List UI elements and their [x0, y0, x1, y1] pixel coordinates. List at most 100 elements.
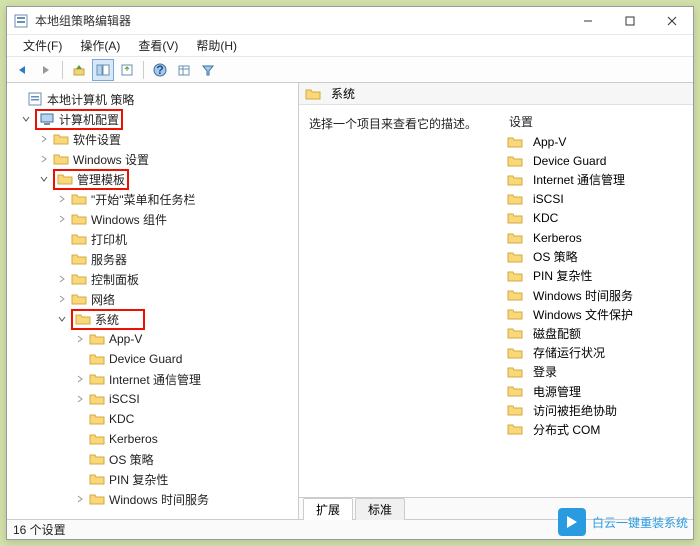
back-button[interactable]: [11, 59, 33, 81]
list-item[interactable]: OS 策略: [503, 247, 689, 266]
tree-win-time[interactable]: Windows 时间服务: [11, 489, 294, 509]
tree-pin[interactable]: PIN 复杂性: [11, 469, 294, 489]
chevron-down-icon[interactable]: [19, 112, 33, 126]
tree-kerberos[interactable]: Kerberos: [11, 429, 294, 449]
tab-standard[interactable]: 标准: [355, 498, 405, 520]
list-item[interactable]: 电源管理: [503, 381, 689, 400]
folder-icon: [89, 391, 105, 407]
tree-windows-settings[interactable]: Windows 设置: [11, 149, 294, 169]
list-item[interactable]: Windows 文件保护: [503, 305, 689, 324]
tree-admin-templates[interactable]: 管理模板: [11, 169, 294, 189]
list-item-label: OS 策略: [533, 248, 578, 265]
tree-label: 打印机: [91, 231, 127, 248]
folder-icon: [57, 171, 73, 187]
list-item-label: Internet 通信管理: [533, 171, 625, 188]
list-item[interactable]: 分布式 COM: [503, 420, 689, 439]
list-item[interactable]: PIN 复杂性: [503, 266, 689, 285]
list-item[interactable]: Windows 时间服务: [503, 286, 689, 305]
chevron-right-icon[interactable]: [73, 332, 87, 346]
export-list-button[interactable]: [116, 59, 138, 81]
up-button[interactable]: [68, 59, 90, 81]
tree-label: 控制面板: [91, 271, 139, 288]
list-item[interactable]: Device Guard: [503, 151, 689, 170]
folder-icon: [71, 211, 87, 227]
properties-button[interactable]: [173, 59, 195, 81]
tree-win-components[interactable]: Windows 组件: [11, 209, 294, 229]
help-button[interactable]: ?: [149, 59, 171, 81]
tree-servers[interactable]: 服务器: [11, 249, 294, 269]
chevron-right-icon[interactable]: [37, 152, 51, 166]
show-hide-tree-button[interactable]: [92, 59, 114, 81]
toolbar: ?: [7, 57, 693, 83]
folder-icon: [507, 172, 523, 188]
chevron-right-icon[interactable]: [73, 372, 87, 386]
tree-label: 管理模板: [77, 171, 125, 188]
list-item-label: 电源管理: [533, 383, 581, 400]
tree-computer-config[interactable]: 计算机配置: [11, 109, 294, 129]
menu-action[interactable]: 操作(A): [72, 35, 128, 56]
chevron-right-icon[interactable]: [37, 132, 51, 146]
titlebar[interactable]: 本地组策略编辑器: [7, 7, 693, 35]
tree-software[interactable]: 软件设置: [11, 129, 294, 149]
folder-icon: [507, 153, 523, 169]
brand-icon: [558, 508, 586, 536]
list-item[interactable]: Kerberos: [503, 228, 689, 247]
tree-label: Device Guard: [109, 352, 182, 366]
tree-printers[interactable]: 打印机: [11, 229, 294, 249]
folder-icon: [89, 491, 105, 507]
description-text: 选择一个项目来查看它的描述。: [309, 117, 477, 131]
computer-icon: [39, 111, 55, 127]
chevron-down-icon[interactable]: [55, 312, 69, 326]
list-item[interactable]: App-V: [503, 132, 689, 151]
tree-label: Internet 通信管理: [109, 371, 201, 388]
list-item[interactable]: 访问被拒绝协助: [503, 401, 689, 420]
list-item[interactable]: KDC: [503, 209, 689, 228]
menu-help[interactable]: 帮助(H): [188, 35, 245, 56]
list-item[interactable]: iSCSI: [503, 190, 689, 209]
close-button[interactable]: [651, 7, 693, 35]
tree-network[interactable]: 网络: [11, 289, 294, 309]
list-item[interactable]: Internet 通信管理: [503, 170, 689, 189]
chevron-down-icon[interactable]: [37, 172, 51, 186]
tree-start-taskbar[interactable]: "开始"菜单和任务栏: [11, 189, 294, 209]
menu-file[interactable]: 文件(F): [15, 35, 70, 56]
filter-button[interactable]: [197, 59, 219, 81]
list-item-label: KDC: [533, 211, 558, 225]
items-column[interactable]: 设置 App-V Device GuardInternet 通信管理 iSCSI KD…: [499, 105, 693, 497]
tree-system[interactable]: 系统: [11, 309, 294, 329]
folder-icon: [89, 431, 105, 447]
list-item[interactable]: 登录: [503, 362, 689, 381]
forward-button[interactable]: [35, 59, 57, 81]
policy-icon: [27, 91, 43, 107]
menu-view[interactable]: 查看(V): [130, 35, 186, 56]
toolbar-sep-2: [143, 61, 144, 79]
list-item[interactable]: 磁盘配额: [503, 324, 689, 343]
tree-device-guard[interactable]: Device Guard: [11, 349, 294, 369]
chevron-right-icon[interactable]: [55, 292, 69, 306]
chevron-right-icon[interactable]: [55, 212, 69, 226]
tree-kdc[interactable]: KDC: [11, 409, 294, 429]
tree-pane[interactable]: 本地计算机 策略 计算机配置 软件设置 Wind: [7, 83, 299, 519]
tree-internet-comm[interactable]: Internet 通信管理: [11, 369, 294, 389]
list-item-label: Windows 时间服务: [533, 287, 633, 304]
list-item[interactable]: 存储运行状况: [503, 343, 689, 362]
tab-extended[interactable]: 扩展: [303, 498, 353, 520]
maximize-button[interactable]: [609, 7, 651, 35]
folder-icon: [507, 268, 523, 284]
chevron-right-icon[interactable]: [55, 192, 69, 206]
folder-icon: [71, 231, 87, 247]
tree-iscsi[interactable]: iSCSI: [11, 389, 294, 409]
list-item-label: 登录: [533, 363, 557, 380]
chevron-right-icon[interactable]: [73, 492, 87, 506]
tree-root[interactable]: 本地计算机 策略: [11, 89, 294, 109]
tree-os-policy[interactable]: OS 策略: [11, 449, 294, 469]
tree-control-panel[interactable]: 控制面板: [11, 269, 294, 289]
list-item-label: App-V: [533, 135, 566, 149]
minimize-button[interactable]: [567, 7, 609, 35]
list-item-label: Windows 文件保护: [533, 306, 633, 323]
chevron-right-icon[interactable]: [55, 272, 69, 286]
chevron-right-icon[interactable]: [73, 392, 87, 406]
folder-icon: [89, 351, 105, 367]
tree-appv[interactable]: App-V: [11, 329, 294, 349]
column-header[interactable]: 设置: [503, 111, 689, 132]
